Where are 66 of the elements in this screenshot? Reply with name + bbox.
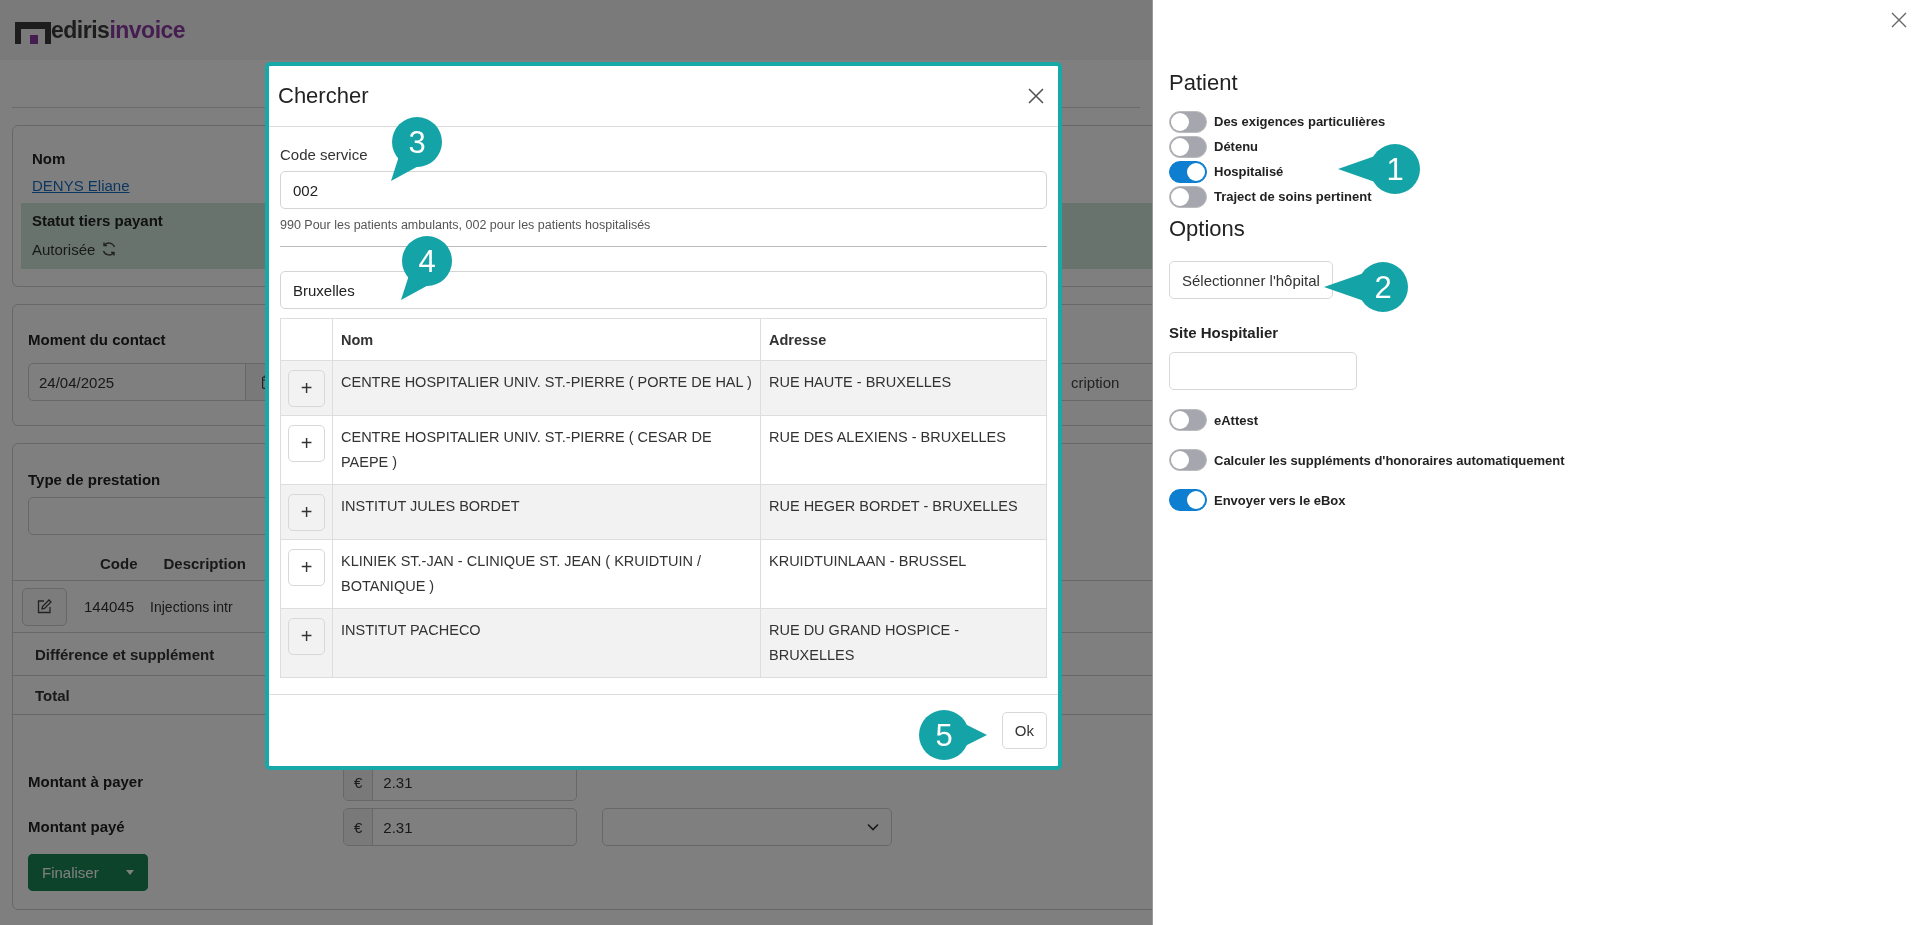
toggle-switch[interactable] bbox=[1169, 160, 1207, 183]
table-cell: CENTRE HOSPITALIER UNIV. ST.-PIERRE ( CESAR DE PAEPE ) bbox=[332, 415, 761, 485]
table-cell: RUE DES ALEXIENS - BRUXELLES bbox=[760, 415, 1047, 485]
toggle-switch[interactable] bbox=[1169, 185, 1207, 208]
table-cell: 144045 bbox=[84, 598, 135, 615]
column-header: Description bbox=[163, 555, 246, 572]
field-label: Type de prestation bbox=[27, 470, 161, 490]
table-cell: RUE DU GRAND HOSPICE - BRUXELLES bbox=[760, 608, 1047, 678]
table-cell: Injections intr bbox=[150, 598, 233, 615]
service-code-field[interactable]: 002 bbox=[280, 171, 1047, 209]
caret-icon bbox=[126, 870, 134, 875]
close-icon bbox=[1891, 12, 1907, 28]
column-header: Nom bbox=[332, 318, 761, 361]
table-cell: RUE HAUTE - BRUXELLES bbox=[760, 360, 1047, 416]
toggle-label: Des exigences particulières bbox=[1214, 114, 1386, 129]
logo-text: edirisinvoice bbox=[51, 16, 186, 44]
search-field[interactable]: Bruxelles bbox=[280, 271, 1047, 309]
toggle-label: Hospitalisé bbox=[1214, 164, 1284, 179]
ok-button[interactable]: Ok bbox=[1001, 712, 1047, 749]
status-text: Autorisée bbox=[32, 240, 96, 258]
select-field[interactable] bbox=[602, 808, 892, 846]
section-heading: Patient bbox=[1169, 69, 1239, 97]
refresh-icon[interactable] bbox=[101, 241, 118, 257]
field-label: Code service bbox=[280, 145, 369, 165]
dialog-title: Chercher bbox=[278, 83, 369, 109]
add-button[interactable]: + bbox=[288, 425, 325, 462]
close-button[interactable] bbox=[1889, 10, 1909, 30]
field-label: Montant payé bbox=[28, 817, 126, 837]
table-cell: INSTITUT JULES BORDET bbox=[332, 484, 761, 540]
field-placeholder: cription bbox=[1071, 373, 1120, 391]
add-button[interactable]: + bbox=[288, 618, 325, 655]
add-button[interactable]: + bbox=[288, 494, 325, 531]
table-cell: CENTRE HOSPITALIER UNIV. ST.-PIERRE ( PORTE DE HAL ) bbox=[332, 360, 761, 416]
toggle-switch[interactable] bbox=[1169, 449, 1207, 471]
select-hospital-button[interactable]: Sélectionner l'hôpital bbox=[1169, 261, 1333, 299]
column-header: Code bbox=[100, 555, 138, 572]
edit-icon bbox=[37, 599, 52, 614]
row-label: Total bbox=[35, 686, 70, 704]
toggle-label: Calculer les suppléments d'honoraires automatiquement bbox=[1214, 452, 1565, 468]
help-text: 990 Pour les patients ambulants, 002 pour les patients hospitalisés bbox=[280, 218, 652, 232]
section-heading: Options bbox=[1169, 215, 1246, 243]
edit-button[interactable] bbox=[22, 587, 67, 626]
field-label: Moment du contact bbox=[28, 330, 166, 350]
table-cell: INSTITUT PACHECO bbox=[332, 608, 761, 678]
toggle-switch[interactable] bbox=[1169, 110, 1207, 133]
toggle-label: Envoyer vers le eBox bbox=[1214, 492, 1346, 508]
table-cell: RUE HEGER BORDET - BRUXELLES bbox=[760, 484, 1047, 540]
chevron-down-icon bbox=[867, 823, 879, 831]
field-label: Montant à payer bbox=[28, 772, 145, 792]
row-label: Différence et supplément bbox=[35, 645, 215, 663]
field-label: Nom bbox=[31, 149, 66, 169]
site-field[interactable] bbox=[1169, 352, 1357, 390]
column-header: Adresse bbox=[760, 318, 1047, 361]
add-button[interactable]: + bbox=[288, 549, 325, 586]
toggle-switch[interactable] bbox=[1169, 135, 1207, 158]
add-button[interactable]: + bbox=[288, 370, 325, 407]
table-cell: KRUIDTUINLAAN - BRUSSEL bbox=[760, 539, 1047, 609]
table-cell: KLINIEK ST.-JAN - CLINIQUE ST. JEAN ( KRUIDTUIN / BOTANIQUE ) bbox=[332, 539, 761, 609]
logo-mark-icon bbox=[15, 21, 51, 44]
close-icon bbox=[1028, 88, 1044, 104]
field-label: Statut tiers payant bbox=[32, 211, 163, 231]
toggle-label: Détenu bbox=[1214, 139, 1259, 154]
toggle-switch[interactable] bbox=[1169, 409, 1207, 431]
toggle-switch[interactable] bbox=[1169, 489, 1207, 511]
toggle-label: eAttest bbox=[1214, 412, 1259, 428]
field-label: Site Hospitalier bbox=[1169, 323, 1280, 343]
